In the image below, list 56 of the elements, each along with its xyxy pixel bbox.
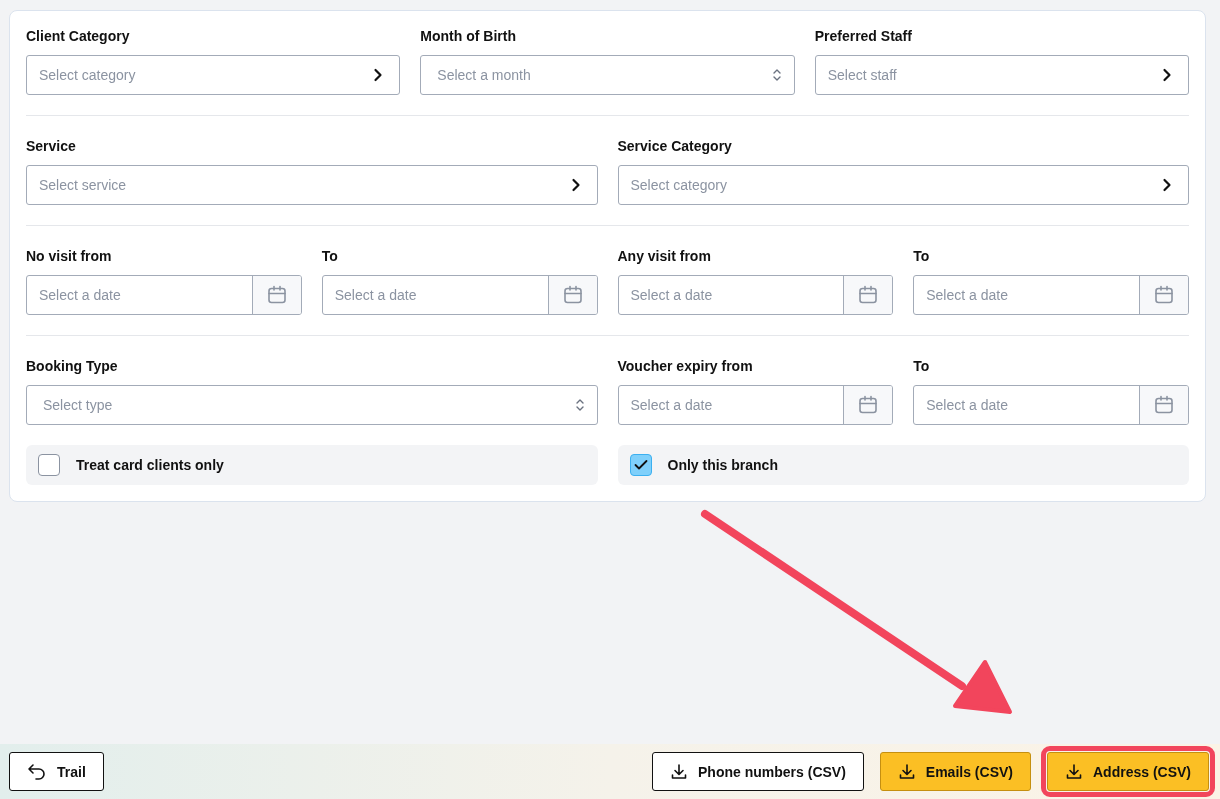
- calendar-button[interactable]: [843, 386, 893, 424]
- date-field[interactable]: Select a date: [913, 275, 1189, 315]
- calendar-button[interactable]: [547, 276, 597, 314]
- picker-field[interactable]: Select category: [26, 55, 401, 95]
- field-label: Service: [26, 138, 77, 156]
- field-label: To: [321, 248, 339, 266]
- field-label: Booking Type: [26, 358, 119, 376]
- date-field[interactable]: Select a date: [617, 385, 894, 425]
- calendar-button[interactable]: [251, 276, 301, 314]
- chevron-right-icon: [1162, 178, 1172, 192]
- date-field[interactable]: Select a date: [321, 275, 598, 315]
- date-field[interactable]: Select a date: [913, 385, 1189, 425]
- field-label: To: [913, 248, 931, 266]
- download-icon: [670, 762, 689, 781]
- calendar-icon: [265, 284, 288, 306]
- field-label: No visit from: [26, 248, 113, 266]
- field-label: Month of Birth: [420, 28, 517, 46]
- field-label: To: [913, 358, 931, 376]
- checkbox-label: Treat card clients only: [76, 457, 224, 473]
- download-icon: [897, 762, 916, 781]
- up-down-icon: [574, 397, 585, 413]
- chevron-right-icon: [373, 68, 384, 82]
- field-label: Preferred Staff: [814, 28, 913, 46]
- back-arrow-icon: [27, 762, 47, 781]
- field-label: Any visit from: [617, 248, 712, 266]
- field-label: Client Category: [26, 28, 131, 46]
- calendar-button[interactable]: [843, 276, 893, 314]
- picker-field[interactable]: Select category: [617, 165, 1189, 205]
- checkbox[interactable]: [629, 454, 652, 476]
- calendar-button[interactable]: [1139, 386, 1188, 424]
- calendar-icon: [857, 394, 880, 416]
- download-icon: [1064, 762, 1083, 781]
- checkbox-row[interactable]: Only this branch: [617, 445, 1189, 485]
- checkbox-label: Only this branch: [667, 457, 778, 473]
- field-label: Service Category: [617, 138, 733, 156]
- calendar-icon: [561, 284, 584, 306]
- date-field[interactable]: Select a date: [26, 275, 302, 315]
- calendar-button[interactable]: [1139, 276, 1188, 314]
- calendar-icon: [1153, 284, 1175, 306]
- select-field[interactable]: Select type: [26, 385, 598, 425]
- calendar-icon: [857, 284, 880, 306]
- picker-field[interactable]: Select staff: [814, 55, 1189, 95]
- field-label: Voucher expiry from: [617, 358, 754, 376]
- checkbox-row[interactable]: Treat card clients only: [26, 445, 598, 485]
- trail-button[interactable]: Trail: [9, 752, 104, 791]
- export-button[interactable]: Emails (CSV): [879, 752, 1031, 791]
- checkmark-icon: [633, 459, 648, 471]
- up-down-icon: [771, 67, 782, 83]
- checkbox[interactable]: [38, 454, 60, 476]
- export-button[interactable]: Phone numbers (CSV): [652, 752, 864, 791]
- chevron-right-icon: [1162, 68, 1172, 82]
- calendar-icon: [1153, 394, 1175, 416]
- picker-field[interactable]: Select service: [26, 165, 598, 205]
- select-field[interactable]: Select a month: [420, 55, 795, 95]
- date-field[interactable]: Select a date: [617, 275, 894, 315]
- chevron-right-icon: [570, 178, 581, 192]
